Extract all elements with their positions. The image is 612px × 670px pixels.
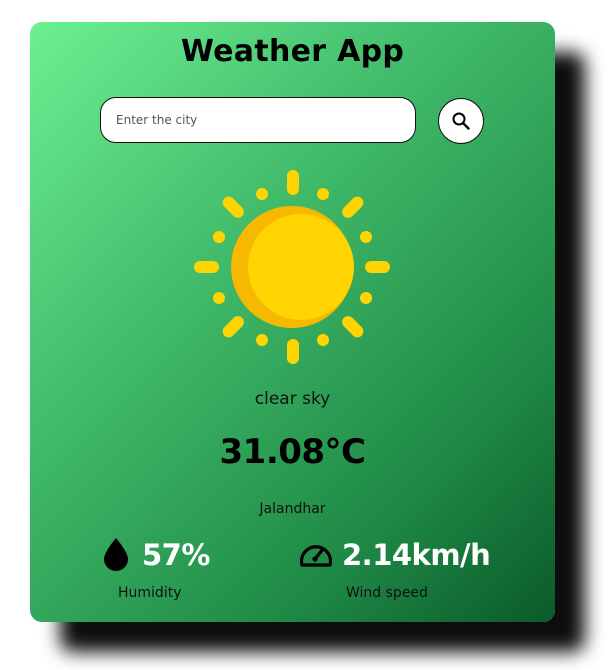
speedometer-icon [299, 545, 333, 567]
temperature-value: 31.08°C [219, 432, 367, 472]
weather-card: Weather App Enter the city clear sky 31.… [30, 22, 555, 622]
humidity-drop-icon [104, 538, 128, 571]
wind-speed-value: 2.14km/h [342, 538, 491, 572]
search-button[interactable] [438, 98, 484, 144]
city-name: Jalandhar [259, 501, 326, 517]
sun-icon [194, 170, 390, 364]
humidity-value: 57% [142, 538, 210, 572]
weather-description: clear sky [254, 389, 331, 409]
app-title: Weather App [180, 34, 405, 69]
city-search-input[interactable] [100, 97, 416, 143]
humidity-label: Humidity [118, 585, 182, 601]
wind-speed-label: Wind speed [346, 585, 428, 601]
search-icon [452, 112, 470, 130]
